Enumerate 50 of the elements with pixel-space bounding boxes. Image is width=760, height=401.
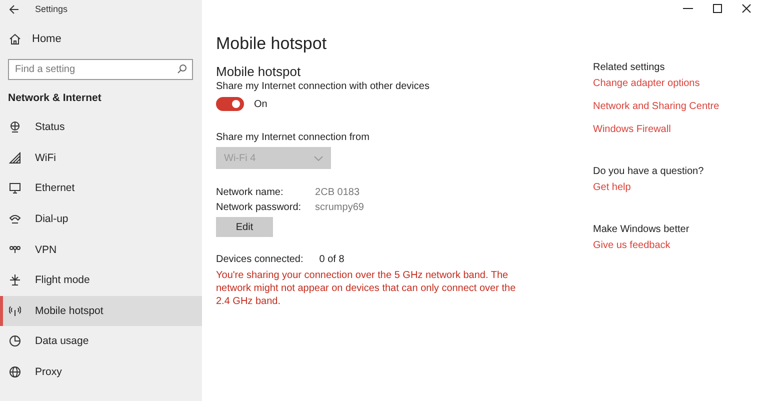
nav-item[interactable]: Status: [0, 112, 202, 143]
close-icon[interactable]: [742, 4, 751, 13]
globe-icon: [9, 366, 21, 378]
devices-label: Devices connected:: [216, 254, 304, 265]
window-title: Settings: [35, 4, 68, 14]
group-heading: Do you have a question?: [593, 166, 705, 177]
wifi-icon: [9, 152, 21, 164]
devices-value: 0 of 8: [319, 254, 344, 265]
toggle-switch[interactable]: [216, 97, 244, 111]
page-title: Mobile hotspot: [216, 34, 328, 54]
monitor-icon: [9, 182, 21, 194]
toggle-label: On: [254, 98, 268, 110]
pie-chart-icon: [9, 335, 21, 348]
maximize-icon[interactable]: [713, 4, 722, 13]
warning-text: You're sharing your connection over the 5 GHz network band. The network might not appear on devices that can only connect over the 2.4 GHz band.: [216, 269, 516, 308]
search-field[interactable]: Find a setting: [8, 59, 193, 80]
settings-link[interactable]: Network and Sharing Centre: [593, 101, 758, 112]
chevron-down-icon: [314, 156, 323, 160]
group-heading: Related settings: [593, 62, 666, 73]
nav-item[interactable]: WiFi: [0, 142, 202, 174]
section-heading: Network & Internet: [8, 92, 102, 104]
nav-item[interactable]: Flight mode: [0, 264, 202, 296]
settings-link[interactable]: Give us feedback: [593, 240, 758, 251]
settings-link[interactable]: Change adapter options: [593, 78, 758, 89]
airplane-icon: [9, 274, 21, 286]
back-arrow-icon[interactable]: [9, 4, 19, 14]
edit-button[interactable]: Edit: [216, 217, 273, 237]
nav-item[interactable]: Proxy: [0, 356, 202, 388]
nav-item[interactable]: Dial-up: [0, 204, 202, 234]
detail-label: Network password:: [216, 202, 302, 213]
settings-link[interactable]: Get help: [593, 182, 758, 193]
detail-value: scrumpy69: [315, 202, 364, 213]
phone-icon: [9, 213, 21, 226]
nav-item[interactable]: Ethernet: [0, 173, 202, 204]
home-icon: [9, 32, 21, 44]
section-heading: Mobile hotspot: [216, 64, 302, 79]
description-text: Share my Internet connection with other devices: [216, 81, 430, 92]
search-icon: [177, 64, 187, 74]
globe-monitor-icon: [9, 121, 21, 134]
settings-link[interactable]: Windows Firewall: [593, 124, 758, 135]
field-label: Share my Internet connection from: [216, 132, 370, 143]
nav-item[interactable]: VPN: [0, 234, 202, 265]
detail-label: Network name:: [216, 187, 284, 198]
antenna-icon: [9, 304, 21, 317]
home-nav-item[interactable]: Home: [0, 18, 202, 47]
nav-item[interactable]: Data usage: [0, 326, 202, 357]
vpn-icon: [9, 244, 21, 256]
group-heading: Make Windows better: [593, 224, 690, 235]
nav-item[interactable]: Mobile hotspot: [0, 296, 202, 326]
detail-value: 2CB 0183: [315, 187, 361, 198]
